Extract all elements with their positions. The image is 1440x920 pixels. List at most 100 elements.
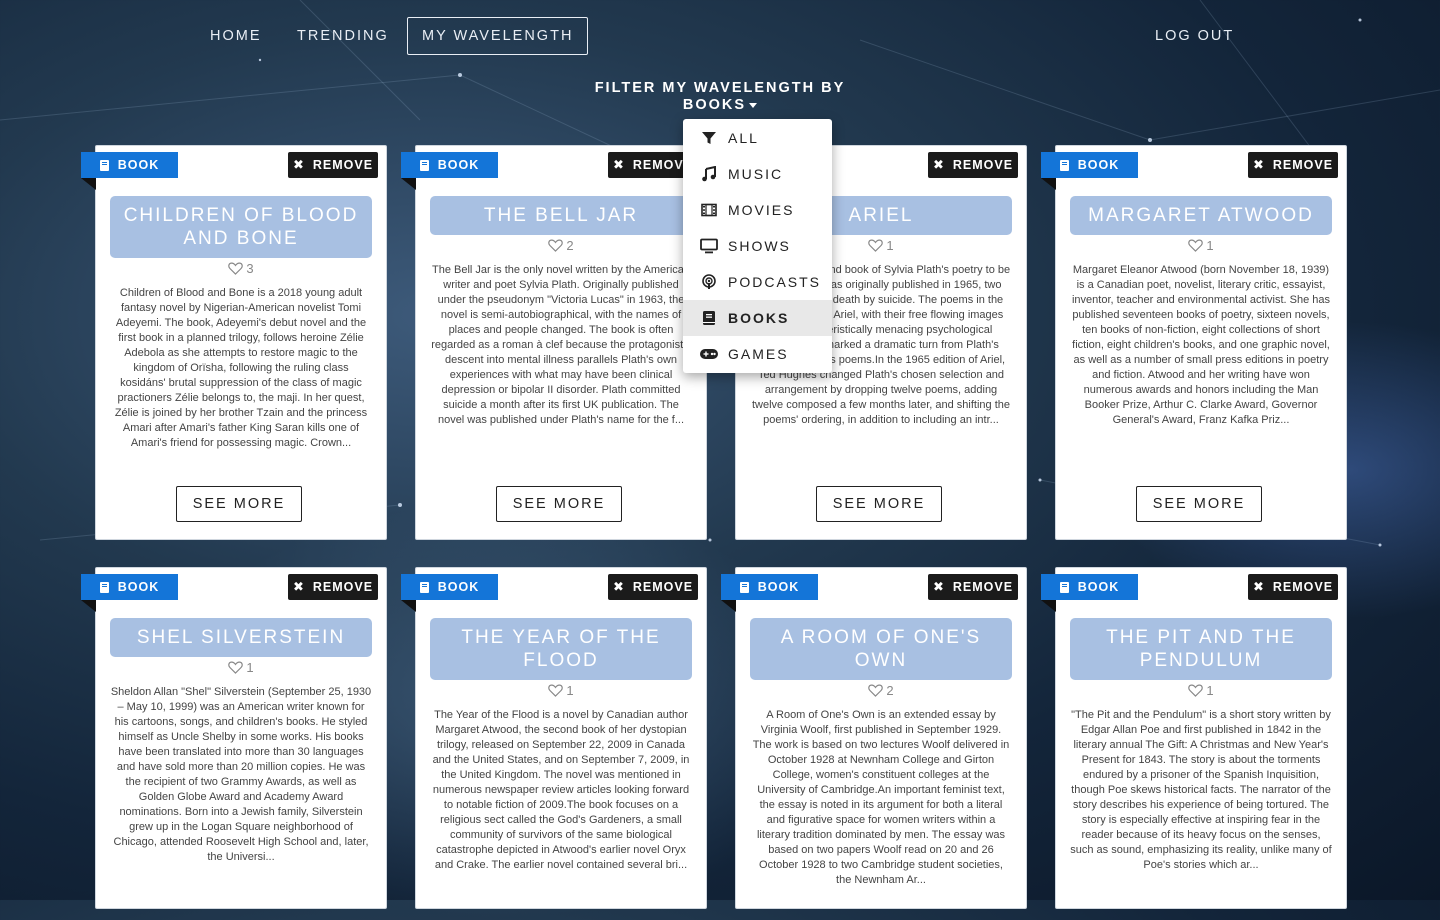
remove-button[interactable]: ✖ REMOVE	[288, 574, 378, 600]
type-badge[interactable]: BOOK	[721, 574, 818, 600]
like-count[interactable]: 1	[96, 660, 386, 675]
like-count-value: 2	[566, 238, 574, 253]
type-label: BOOK	[1077, 158, 1120, 172]
remove-button[interactable]: ✖ REMOVE	[928, 152, 1018, 178]
see-more-button[interactable]: SEE MORE	[496, 486, 622, 522]
podcast-icon	[699, 272, 719, 292]
see-more-button[interactable]: SEE MORE	[816, 486, 942, 522]
card-description: The Bell Jar is the only novel written b…	[431, 264, 691, 426]
see-more-button[interactable]: SEE MORE	[1136, 486, 1262, 522]
book-icon	[99, 159, 109, 171]
wavelength-card: BOOK ✖ REMOVE THE BELL JAR 2 The Bell Jar…	[401, 145, 707, 540]
like-count[interactable]: 3	[96, 261, 386, 276]
filter-option-label: MUSIC	[728, 166, 784, 182]
type-label: BOOK	[117, 580, 160, 594]
ribbon-fold	[81, 178, 96, 190]
type-badge[interactable]: BOOK	[1041, 574, 1138, 600]
heart-icon	[868, 239, 884, 252]
remove-button[interactable]: ✖ REMOVE	[928, 574, 1018, 600]
wavelength-card: BOOK ✖ REMOVE THE PIT AND THE PENDULUM 1 …	[1041, 567, 1347, 909]
like-count[interactable]: 2	[736, 683, 1026, 698]
remove-button[interactable]: ✖ REMOVE	[1248, 574, 1338, 600]
filter-dropdown-toggle[interactable]: BOOKS	[682, 97, 758, 113]
filter-option-all[interactable]: ALL	[683, 120, 832, 156]
heart-icon	[548, 684, 564, 697]
filter-option-label: ALL	[728, 130, 759, 146]
type-badge[interactable]: BOOK	[401, 152, 498, 178]
like-count-value: 1	[566, 683, 574, 698]
remove-label: REMOVE	[952, 158, 1014, 172]
close-icon: ✖	[1252, 579, 1265, 594]
nav-trending[interactable]: TRENDING	[297, 18, 389, 54]
ribbon-fold	[401, 600, 416, 612]
card-title: CHILDREN OF BLOOD AND BONE	[110, 196, 372, 258]
book-icon	[1059, 159, 1069, 171]
type-label: BOOK	[117, 158, 160, 172]
close-icon: ✖	[292, 579, 305, 594]
filter-option-podcasts[interactable]: PODCASTS	[683, 264, 832, 300]
book-icon	[419, 159, 429, 171]
type-badge[interactable]: BOOK	[401, 574, 498, 600]
card-title: THE PIT AND THE PENDULUM	[1070, 618, 1332, 680]
book-icon	[1059, 581, 1069, 593]
like-count[interactable]: 2	[416, 238, 706, 253]
card-title: THE BELL JAR	[430, 196, 692, 235]
top-nav: HOME TRENDING MY WAVELENGTH LOG OUT	[0, 0, 1440, 72]
type-label: BOOK	[437, 580, 480, 594]
gamepad-icon	[699, 344, 719, 364]
filter-option-books[interactable]: BOOKS	[683, 300, 832, 336]
book-icon	[699, 308, 719, 328]
nav-home[interactable]: HOME	[210, 18, 262, 54]
heart-icon	[228, 262, 244, 275]
filter-option-games[interactable]: GAMES	[683, 336, 832, 372]
see-more-button[interactable]: SEE MORE	[176, 486, 302, 522]
like-count-value: 3	[246, 261, 254, 276]
remove-label: REMOVE	[952, 580, 1014, 594]
filter-option-movies[interactable]: MOVIES	[683, 192, 832, 228]
like-count[interactable]: 1	[1056, 238, 1346, 253]
remove-button[interactable]: ✖ REMOVE	[608, 574, 698, 600]
close-icon: ✖	[612, 579, 625, 594]
ribbon-fold	[1041, 600, 1056, 612]
close-icon: ✖	[612, 157, 625, 172]
type-badge[interactable]: BOOK	[81, 152, 178, 178]
film-icon	[699, 200, 719, 220]
filter-selected-value: BOOKS	[682, 97, 747, 113]
nav-my-wavelength[interactable]: MY WAVELENGTH	[407, 17, 589, 55]
filter-dropdown-menu: ALL MUSIC MOVIES SHOWS PODCASTS BOOKS GA…	[683, 119, 832, 373]
card-title: A ROOM OF ONE'S OWN	[750, 618, 1012, 680]
remove-label: REMOVE	[1272, 158, 1334, 172]
filter-section: FILTER MY WAVELENGTH BY BOOKS	[570, 80, 870, 114]
ribbon-fold	[721, 600, 736, 612]
type-badge[interactable]: BOOK	[81, 574, 178, 600]
heart-icon	[1188, 684, 1204, 697]
remove-button[interactable]: ✖ REMOVE	[1248, 152, 1338, 178]
nav-log-out[interactable]: LOG OUT	[1155, 18, 1234, 54]
wavelength-card: BOOK ✖ REMOVE SHEL SILVERSTEIN 1 Sheldon …	[81, 567, 387, 909]
filter-icon	[699, 128, 719, 148]
close-icon: ✖	[932, 579, 945, 594]
ribbon-fold	[401, 178, 416, 190]
like-count[interactable]: 1	[416, 683, 706, 698]
filter-label: FILTER MY WAVELENGTH BY	[594, 80, 846, 96]
remove-button[interactable]: ✖ REMOVE	[288, 152, 378, 178]
like-count[interactable]: 1	[1056, 683, 1346, 698]
book-icon	[419, 581, 429, 593]
like-count-value: 1	[1206, 683, 1214, 698]
type-badge[interactable]: BOOK	[1041, 152, 1138, 178]
heart-icon	[548, 239, 564, 252]
filter-option-label: MOVIES	[728, 202, 795, 218]
card-description: Children of Blood and Bone is a 2018 you…	[114, 287, 368, 449]
card-description: Sheldon Allan "Shel" Silverstein (Septem…	[110, 686, 372, 863]
ribbon-fold	[1041, 178, 1056, 190]
close-icon: ✖	[1252, 157, 1265, 172]
card-title: THE YEAR OF THE FLOOD	[430, 618, 692, 680]
caret-down-icon	[749, 102, 758, 108]
like-count-value: 1	[1206, 238, 1214, 253]
card-description: Margaret Eleanor Atwood (born November 1…	[1071, 264, 1331, 426]
filter-option-music[interactable]: MUSIC	[683, 156, 832, 192]
filter-option-shows[interactable]: SHOWS	[683, 228, 832, 264]
wavelength-card: BOOK ✖ REMOVE THE YEAR OF THE FLOOD 1 The…	[401, 567, 707, 909]
wavelength-card: BOOK ✖ REMOVE A ROOM OF ONE'S OWN 2 A Roo…	[721, 567, 1027, 909]
heart-icon	[228, 661, 244, 674]
